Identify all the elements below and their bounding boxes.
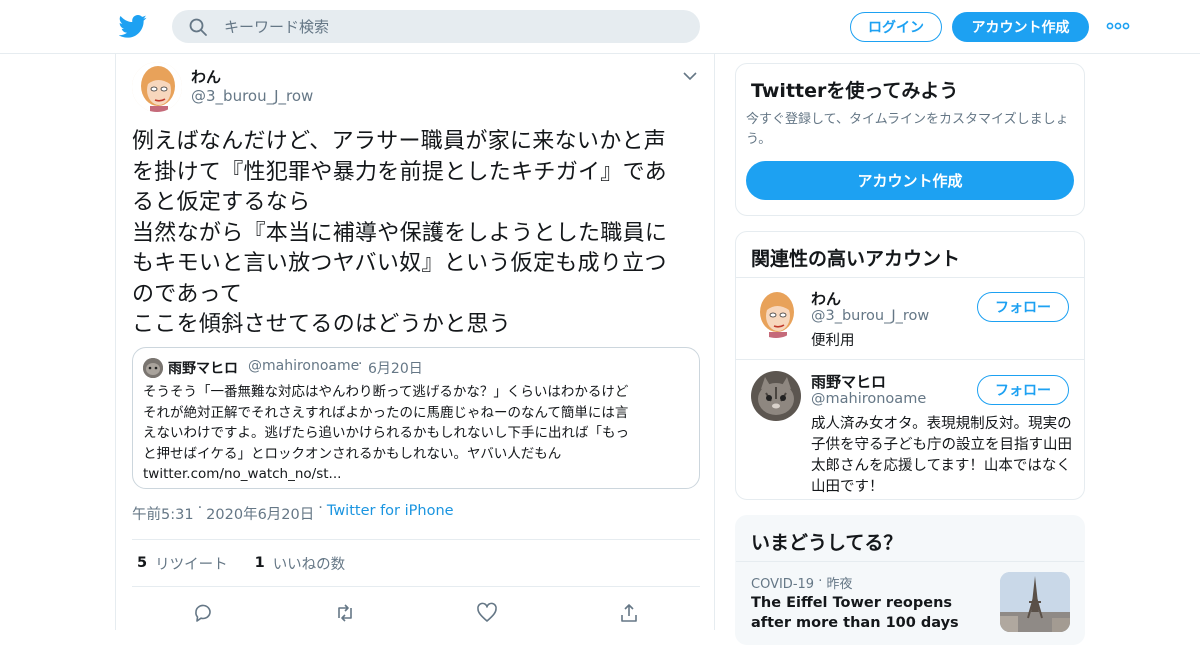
related-account[interactable]: わん @3_burou_J_row 便利用 フォロー: [736, 278, 1084, 360]
tweet-meta: 午前5:31 · 2020年6月20日 · Twitter for iPhone: [132, 500, 454, 524]
signup-button[interactable]: アカウント作成: [952, 12, 1089, 42]
avatar-illustration-icon: [132, 62, 182, 112]
like-icon[interactable]: [476, 602, 498, 624]
related-account-name[interactable]: わん: [811, 288, 841, 309]
share-icon[interactable]: [618, 602, 640, 624]
chevron-down-icon[interactable]: [682, 70, 698, 82]
meta-separator: ·: [197, 500, 203, 516]
related-account-handle[interactable]: @3_burou_J_row: [811, 308, 929, 324]
quote-author-handle: @mahironoame: [248, 358, 360, 374]
related-account-avatar[interactable]: [751, 288, 801, 338]
trend-time: 昨夜: [826, 577, 853, 592]
reply-icon[interactable]: [192, 602, 214, 624]
divider: [736, 561, 1084, 562]
quote-text: そうそう「一番無難な対応はやんわり断って逃げるかな？」くらいはわかるけど それが…: [143, 384, 629, 482]
signup-card-title: Twitterを使ってみよう: [751, 80, 959, 102]
trend-separator: ·: [818, 574, 823, 589]
quoted-tweet[interactable]: 雨野マヒロ @mahironoame · 6月20日 そうそう「一番無難な対応は…: [132, 347, 700, 489]
tweet-date[interactable]: 2020年6月20日: [206, 503, 314, 524]
trend-thumbnail[interactable]: [1000, 572, 1070, 632]
trend-meta: COVID-19 · 昨夜: [751, 573, 853, 592]
author-handle[interactable]: @3_burou_J_row: [191, 87, 313, 105]
quote-date: 6月20日: [368, 361, 423, 377]
follow-button[interactable]: フォロー: [977, 375, 1069, 405]
author-avatar[interactable]: [132, 62, 182, 112]
retweet-icon[interactable]: [334, 602, 356, 624]
related-account-bio: 成人済み女オタ。表現規制反対。現実の子供を守る子ども庁の設立を目指す山田太郎さん…: [811, 416, 1072, 495]
related-account-name[interactable]: 雨野マヒロ: [811, 371, 886, 392]
tweet-time[interactable]: 午前5:31: [132, 503, 194, 524]
eiffel-tower-image-icon: [1000, 572, 1070, 632]
more-icon[interactable]: [1106, 19, 1130, 33]
retweet-label[interactable]: リツイート: [155, 553, 228, 574]
search-input[interactable]: [222, 10, 682, 43]
quote-author-name: 雨野マヒロ: [168, 361, 238, 377]
quote-separator: ·: [358, 356, 363, 372]
related-account-bio: 便利用: [811, 333, 855, 349]
tweet-source-link[interactable]: Twitter for iPhone: [327, 503, 454, 524]
like-count[interactable]: 1: [255, 555, 265, 571]
quote-avatar: [143, 358, 163, 378]
trend-title[interactable]: The Eiffel Tower reopens after more than…: [751, 593, 991, 633]
create-account-button[interactable]: アカウント作成: [746, 161, 1074, 200]
like-label[interactable]: いいねの数: [273, 553, 346, 574]
author-name[interactable]: わん: [191, 66, 221, 87]
retweet-count[interactable]: 5: [137, 555, 147, 571]
signup-card: Twitterを使ってみよう 今すぐ登録して、タイムラインをカスタマイズしましょ…: [735, 63, 1085, 216]
trends-card: いまどうしてる？ COVID-19 · 昨夜 The Eiffel Tower …: [735, 515, 1085, 645]
search-icon: [189, 18, 207, 36]
login-button[interactable]: ログイン: [850, 12, 942, 42]
related-account[interactable]: 雨野マヒロ @mahironoame 成人済み女オタ。表現規制反対。現実の子供を…: [736, 361, 1084, 499]
trend-category: COVID-19: [751, 577, 815, 592]
tweet-stats: 5 リツイート 1 いいねの数: [132, 539, 700, 587]
trends-title: いまどうしてる？: [751, 532, 903, 554]
tweet-text: 例えばなんだけど、アラサー職員が家に来ないかと声 を掛けて『性犯罪や暴力を前提と…: [132, 129, 668, 337]
related-account-handle[interactable]: @mahironoame: [811, 391, 926, 407]
tweet-detail: わん @3_burou_J_row 例えばなんだけど、アラサー職員が家に来ないか…: [115, 54, 715, 630]
related-accounts-title: 関連性の高いアカウント: [751, 248, 961, 270]
follow-button[interactable]: フォロー: [977, 292, 1069, 322]
top-header: ログイン アカウント作成: [0, 0, 1200, 54]
search-bar[interactable]: [172, 10, 700, 43]
meta-separator: ·: [318, 500, 323, 516]
tweet-actions: [116, 600, 716, 630]
related-accounts-card: 関連性の高いアカウント わん @3_burou_J_row 便利用 フォロー 雨…: [735, 231, 1085, 500]
related-account-avatar[interactable]: [751, 371, 801, 421]
signup-card-subtitle: 今すぐ登録して、タイムラインをカスタマイズしましょ う。: [746, 112, 1069, 147]
twitter-logo-icon[interactable]: [119, 12, 147, 40]
